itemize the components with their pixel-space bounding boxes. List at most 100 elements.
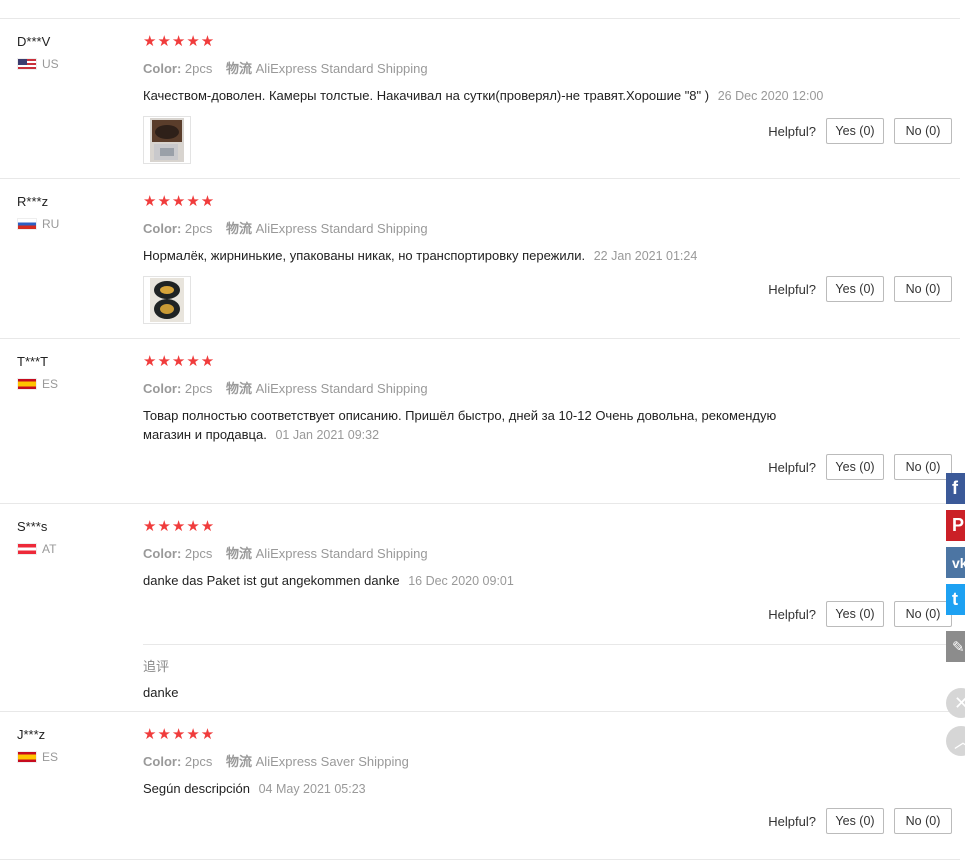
helpful-label: Helpful? <box>768 459 816 475</box>
review-date: 22 Jan 2021 01:24 <box>593 249 698 263</box>
helpful-no-button[interactable]: No (0) <box>894 276 952 302</box>
review-content: ★★★★★ Color: 2pcs 物流 AliExpress Saver Sh… <box>143 727 833 799</box>
country-code: ES <box>42 377 59 391</box>
review-date: 04 May 2021 05:23 <box>258 782 366 796</box>
reviewer-name: J***z <box>17 727 46 742</box>
helpful-no-button[interactable]: No (0) <box>894 808 952 834</box>
helpful-label: Helpful? <box>768 123 816 139</box>
review-text-row: Нормалёк, жирнинькие, упакованы никак, н… <box>143 246 833 266</box>
review-text-line-1: Товар полностью соответствует описанию. … <box>143 408 777 423</box>
review-item: T***T ES ★★★★★ Color: 2pcs 物流 AliExpress… <box>0 338 960 504</box>
color-value: 2pcs <box>184 221 213 236</box>
helpful-row: Helpful? Yes (0) No (0) <box>768 276 952 302</box>
color-label: Color: <box>143 754 182 769</box>
reviewer-info: T***T ES <box>17 354 58 391</box>
reviewer-country: US <box>17 57 59 71</box>
pinterest-icon: P <box>952 515 965 535</box>
country-code: ES <box>42 750 59 764</box>
reviewer-country: AT <box>17 542 56 556</box>
star-rating: ★★★★★ <box>143 353 216 370</box>
helpful-row: Helpful? Yes (0) No (0) <box>768 118 952 144</box>
reviewer-name: S***s <box>17 519 48 534</box>
reviewer-country: ES <box>17 750 58 764</box>
review-text-line-2-row: магазин и продавца. 01 Jan 2021 09:32 <box>143 425 833 445</box>
review-text-line-2: магазин и продавца. <box>143 427 267 442</box>
color-value: 2pcs <box>184 754 213 769</box>
color-label: Color: <box>143 61 182 76</box>
helpful-yes-button[interactable]: Yes (0) <box>826 454 884 480</box>
facebook-share-button[interactable]: f <box>946 473 965 504</box>
at-flag-icon <box>17 543 37 555</box>
review-text-row: Товар полностью соответствует описанию. … <box>143 406 833 445</box>
followup-text: danke <box>143 685 179 700</box>
helpful-no-button[interactable]: No (0) <box>894 454 952 480</box>
pinterest-share-button[interactable]: P <box>946 510 965 541</box>
helpful-row: Helpful? Yes (0) No (0) <box>768 808 952 834</box>
color-value: 2pcs <box>184 61 213 76</box>
review-date: 01 Jan 2021 09:32 <box>275 428 380 442</box>
reviewer-name: R***z <box>17 194 49 209</box>
followup-title: 追评 <box>143 659 170 674</box>
review-text-row: Según descripción 04 May 2021 05:23 <box>143 779 833 799</box>
helpful-row: Helpful? Yes (0) No (0) <box>768 454 952 480</box>
review-item: S***s AT ★★★★★ Color: 2pcs 物流 AliExpress… <box>0 503 960 712</box>
review-text: Нормалёк, жирнинькие, упакованы никак, н… <box>143 248 586 263</box>
photo-image <box>150 278 184 322</box>
logistics-label: 物流 <box>226 221 253 236</box>
review-text: Качеством-доволен. Камеры толстые. Накач… <box>143 88 710 103</box>
logistics-label: 物流 <box>226 61 253 76</box>
review-item: R***z RU ★★★★★ Color: 2pcs 物流 AliExpress… <box>0 178 960 339</box>
review-content: ★★★★★ Color: 2pcs 物流 AliExpress Standard… <box>143 34 833 164</box>
star-rating: ★★★★★ <box>143 33 216 50</box>
review-text-row: danke das Paket ist gut angekommen danke… <box>143 571 833 591</box>
logistics-label: 物流 <box>226 546 253 561</box>
star-rating: ★★★★★ <box>143 726 216 743</box>
edit-icon: ✎ <box>952 638 965 656</box>
review-meta: Color: 2pcs 物流 AliExpress Standard Shipp… <box>143 543 833 562</box>
facebook-icon: f <box>952 478 958 498</box>
country-code: RU <box>42 217 60 231</box>
reviewer-country: RU <box>17 217 59 231</box>
twitter-share-button[interactable]: t <box>946 584 965 615</box>
star-rating: ★★★★★ <box>143 518 216 535</box>
review-item: D***V US ★★★★★ Color: 2pcs 物流 AliExpress… <box>0 18 960 179</box>
review-photo-thumbnail[interactable] <box>143 276 191 324</box>
review-meta: Color: 2pcs 物流 AliExpress Standard Shipp… <box>143 218 833 237</box>
review-content: ★★★★★ Color: 2pcs 物流 AliExpress Standard… <box>143 519 833 591</box>
reviewer-name: T***T <box>17 354 49 369</box>
shipping-method: AliExpress Standard Shipping <box>255 61 428 76</box>
color-value: 2pcs <box>184 381 213 396</box>
shipping-method: AliExpress Standard Shipping <box>255 381 428 396</box>
vk-share-button[interactable]: vk <box>946 547 965 578</box>
review-photo-thumbnail[interactable] <box>143 116 191 164</box>
review-meta: Color: 2pcs 物流 AliExpress Saver Shipping <box>143 751 833 770</box>
reviewer-info: J***z ES <box>17 727 58 764</box>
review-text: Según descripción <box>143 781 250 796</box>
shipping-method: AliExpress Standard Shipping <box>255 221 428 236</box>
shipping-method: AliExpress Standard Shipping <box>255 546 428 561</box>
review-content: ★★★★★ Color: 2pcs 物流 AliExpress Standard… <box>143 354 833 445</box>
photo-image <box>150 118 184 162</box>
us-flag-icon <box>17 58 37 70</box>
edit-share-button[interactable]: ✎ <box>946 631 965 662</box>
review-date: 26 Dec 2020 12:00 <box>717 89 824 103</box>
helpful-yes-button[interactable]: Yes (0) <box>826 276 884 302</box>
helpful-label: Helpful? <box>768 281 816 297</box>
reviewer-country: ES <box>17 377 58 391</box>
twitter-icon: t <box>952 589 958 609</box>
star-rating: ★★★★★ <box>143 193 216 210</box>
helpful-yes-button[interactable]: Yes (0) <box>826 118 884 144</box>
helpful-label: Helpful? <box>768 606 816 622</box>
es-flag-icon <box>17 378 37 390</box>
followup-divider <box>143 644 960 645</box>
helpful-no-button[interactable]: No (0) <box>894 601 952 627</box>
chevron-up-icon: ︿ <box>954 728 965 754</box>
color-label: Color: <box>143 381 182 396</box>
color-value: 2pcs <box>184 546 213 561</box>
country-code: AT <box>42 542 57 556</box>
country-code: US <box>42 57 59 71</box>
helpful-yes-button[interactable]: Yes (0) <box>826 601 884 627</box>
review-meta: Color: 2pcs 物流 AliExpress Standard Shipp… <box>143 58 833 77</box>
helpful-yes-button[interactable]: Yes (0) <box>826 808 884 834</box>
helpful-no-button[interactable]: No (0) <box>894 118 952 144</box>
